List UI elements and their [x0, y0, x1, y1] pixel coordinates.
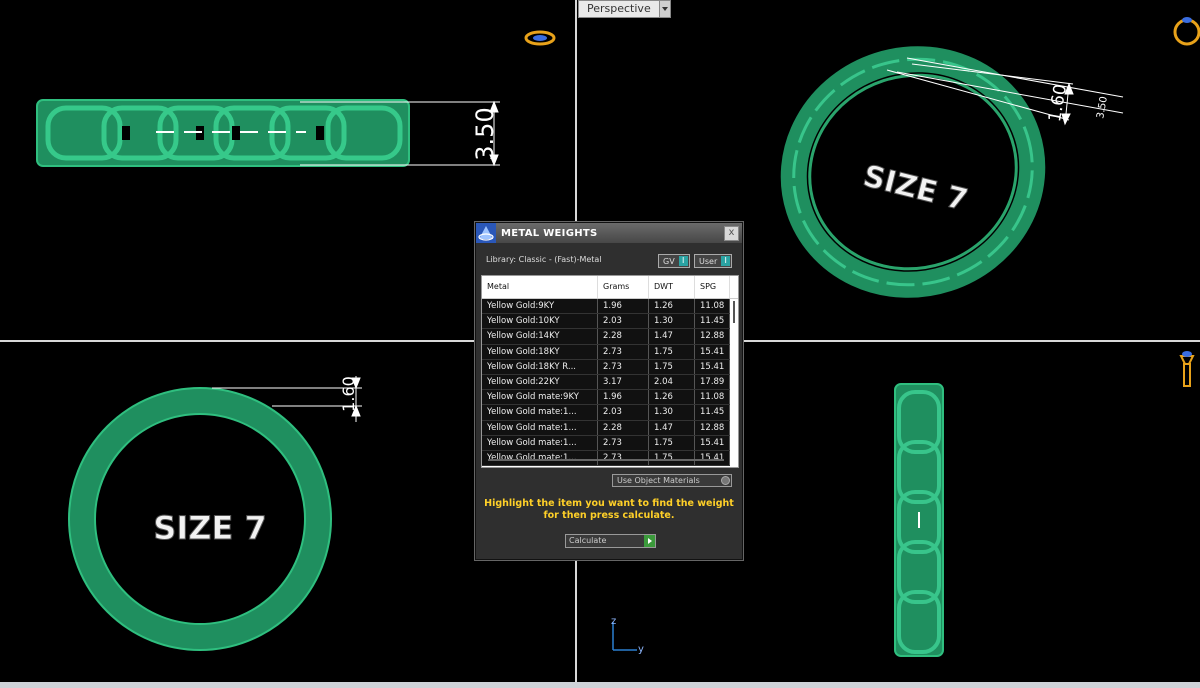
cell-metal: Yellow Gold:18KY R... — [482, 359, 598, 374]
user-toggle[interactable]: User I — [694, 254, 733, 268]
cell-dwt: 1.30 — [649, 314, 695, 329]
engraving-text: SIZE 7 — [153, 509, 266, 547]
scrollbar-thumb[interactable] — [733, 301, 735, 323]
cell-metal: Yellow Gold mate:1... — [482, 450, 598, 466]
table-row[interactable]: Yellow Gold:14KY 2.28 1.47 12.88 — [482, 329, 730, 345]
dimension-label-3-50: 3.50 — [1095, 96, 1110, 120]
gv-toggle[interactable]: GV I — [658, 254, 690, 268]
column-header-metal[interactable]: Metal — [482, 276, 598, 298]
table-row[interactable]: Yellow Gold mate:1... 2.03 1.30 11.45 — [482, 405, 730, 421]
gv-toggle-indicator: I — [678, 256, 688, 266]
cell-grams: 2.73 — [598, 450, 649, 466]
select-knob-icon — [721, 476, 730, 485]
dialog-title: METAL WEIGHTS — [501, 227, 598, 239]
cell-spg: 15.41 — [695, 450, 730, 466]
cell-metal: Yellow Gold:9KY — [482, 299, 598, 314]
viewport-label-dropdown[interactable]: Perspective — [578, 0, 671, 18]
cell-dwt: 1.47 — [649, 329, 695, 344]
user-toggle-label: User — [699, 256, 718, 266]
cell-spg: 11.08 — [695, 390, 730, 405]
cell-metal: Yellow Gold mate:1... — [482, 420, 598, 435]
library-label: Library: Classic - (Fast)-Metal — [486, 255, 602, 264]
cell-spg: 11.45 — [695, 405, 730, 420]
cell-dwt: 1.47 — [649, 420, 695, 435]
cell-metal: Yellow Gold:14KY — [482, 329, 598, 344]
table-row[interactable]: Yellow Gold mate:9KY 1.96 1.26 11.08 — [482, 390, 730, 406]
close-button[interactable]: x — [724, 226, 739, 241]
table-vertical-scrollbar[interactable] — [730, 299, 738, 465]
status-bar — [0, 682, 1200, 688]
cell-metal: Yellow Gold mate:1... — [482, 435, 598, 450]
cell-dwt: 1.26 — [649, 299, 695, 314]
cell-grams: 1.96 — [598, 390, 649, 405]
ring-preview-icon — [524, 30, 556, 46]
column-header-spg[interactable]: SPG — [695, 276, 730, 298]
table-row[interactable]: Yellow Gold mate:1... 2.73 1.75 15.41 — [482, 435, 730, 451]
cell-dwt: 1.26 — [649, 390, 695, 405]
cell-dwt: 1.30 — [649, 405, 695, 420]
cell-spg: 12.88 — [695, 420, 730, 435]
cell-dwt: 1.75 — [649, 450, 695, 466]
cell-metal: Yellow Gold mate:9KY — [482, 390, 598, 405]
dialog-titlebar[interactable]: METAL WEIGHTS x — [476, 223, 742, 243]
table-row[interactable]: Yellow Gold:9KY 1.96 1.26 11.08 — [482, 299, 730, 315]
table-row[interactable]: Yellow Gold:22KY 3.17 2.04 17.89 — [482, 374, 730, 391]
dimension-label: 3.50 — [471, 107, 499, 160]
cell-metal: Yellow Gold mate:1... — [482, 405, 598, 420]
column-header-grams[interactable]: Grams — [598, 276, 649, 298]
cell-grams: 2.28 — [598, 420, 649, 435]
cell-spg: 15.41 — [695, 359, 730, 374]
gv-toggle-label: GV — [663, 256, 675, 266]
table-row[interactable]: Yellow Gold:18KY R... 2.73 1.75 15.41 — [482, 359, 730, 375]
instruction-text: Highlight the item you want to find the … — [484, 498, 734, 521]
calculate-button[interactable]: Calculate — [565, 534, 656, 548]
table-body: Yellow Gold:9KY 1.96 1.26 11.08 Yellow Gold… — [482, 299, 730, 467]
viewport-label[interactable]: Perspective — [578, 0, 660, 18]
cell-spg: 11.45 — [695, 314, 730, 329]
metal-weights-table[interactable]: Metal Grams DWT SPG Yellow Gold:9KY 1.96 1… — [481, 275, 739, 468]
use-object-materials-label: Use Object Materials — [617, 476, 700, 485]
table-row[interactable]: Yellow Gold:18KY 2.73 1.75 15.41 — [482, 344, 730, 360]
table-horizontal-scrollbar[interactable] — [488, 459, 724, 461]
use-object-materials-select[interactable]: Use Object Materials — [612, 474, 732, 487]
table-row[interactable]: Yellow Gold:10KY 2.03 1.30 11.45 — [482, 314, 730, 330]
app-logo-icon — [476, 223, 496, 243]
metal-weights-dialog[interactable]: METAL WEIGHTS x Library: Classic - (Fast… — [475, 222, 743, 560]
chevron-down-icon[interactable] — [659, 0, 671, 18]
cell-grams: 2.73 — [598, 435, 649, 450]
cell-spg: 15.41 — [695, 435, 730, 450]
column-header-dwt[interactable]: DWT — [649, 276, 695, 298]
dimension-label: 1.60 — [339, 376, 358, 412]
cell-spg: 15.41 — [695, 344, 730, 359]
user-toggle-indicator: I — [721, 256, 731, 266]
axis-triad — [612, 622, 637, 651]
cell-grams: 1.96 — [598, 299, 649, 314]
cell-spg: 17.89 — [695, 374, 730, 390]
cell-dwt: 1.75 — [649, 435, 695, 450]
ring-preview-icon — [1173, 17, 1200, 46]
cell-grams: 2.28 — [598, 329, 649, 344]
cell-metal: Yellow Gold:22KY — [482, 374, 598, 390]
engraving-text: SIZE 7 — [860, 159, 972, 219]
cell-grams: 3.17 — [598, 374, 649, 390]
cell-metal: Yellow Gold:10KY — [482, 314, 598, 329]
cell-dwt: 1.75 — [649, 344, 695, 359]
play-icon[interactable] — [644, 535, 655, 547]
cell-grams: 2.73 — [598, 359, 649, 374]
cell-metal: Yellow Gold:18KY — [482, 344, 598, 359]
calculate-label: Calculate — [569, 536, 607, 545]
ring-preview-icon — [1179, 351, 1195, 387]
cell-dwt: 2.04 — [649, 374, 695, 390]
axis-z-label: z — [611, 616, 616, 627]
axis-y-label: y — [638, 644, 644, 655]
table-row[interactable]: Yellow Gold mate:1... 2.28 1.47 12.88 — [482, 420, 730, 436]
cell-dwt: 1.75 — [649, 359, 695, 374]
cell-spg: 12.88 — [695, 329, 730, 344]
table-header: Metal Grams DWT SPG — [482, 276, 738, 299]
cell-grams: 2.03 — [598, 405, 649, 420]
cell-grams: 2.03 — [598, 314, 649, 329]
cell-grams: 2.73 — [598, 344, 649, 359]
cell-spg: 11.08 — [695, 299, 730, 314]
